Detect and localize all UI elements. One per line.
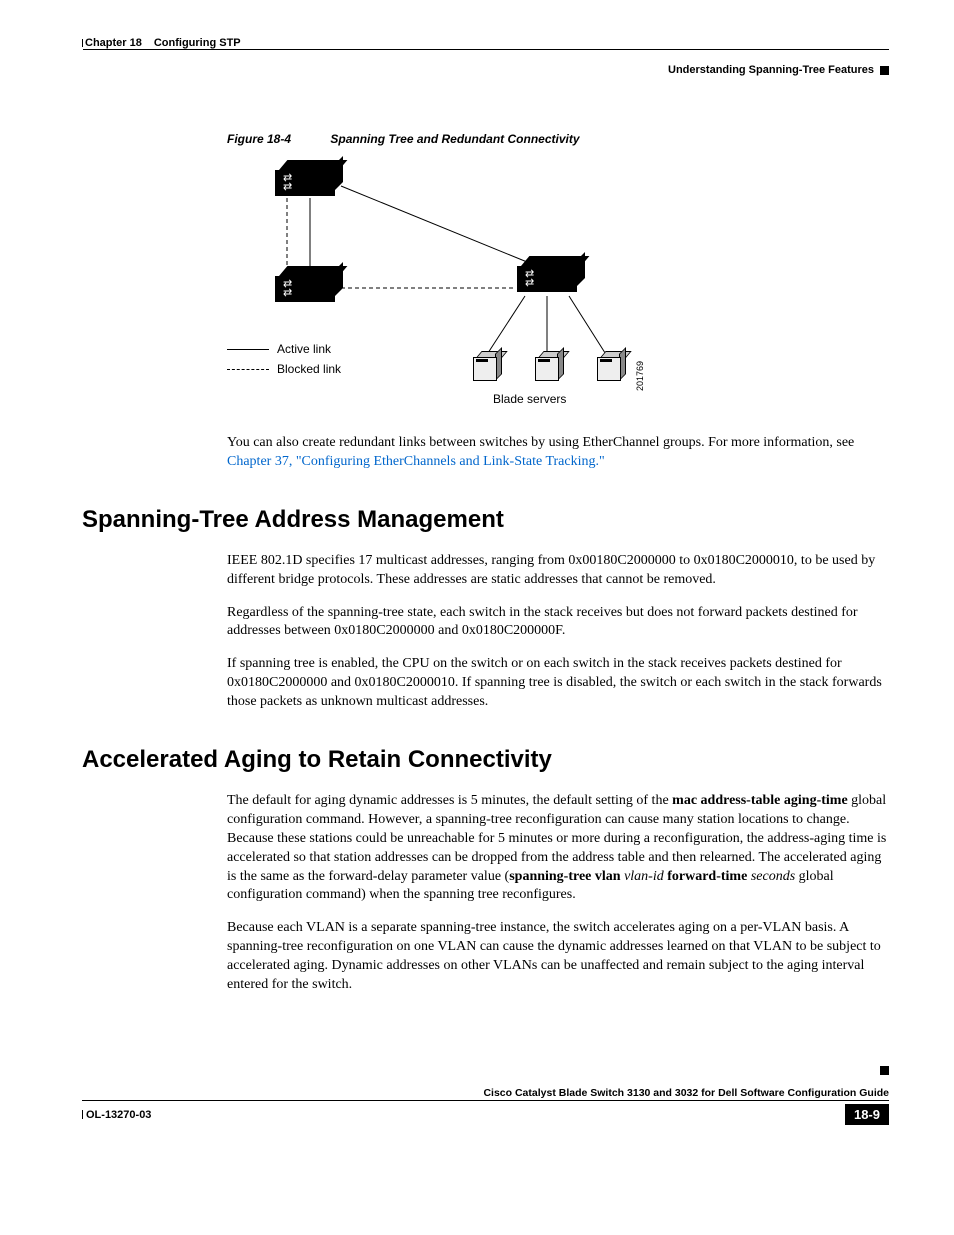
server-icon bbox=[535, 356, 559, 386]
blade-servers-label: Blade servers bbox=[493, 392, 566, 406]
page-footer: Cisco Catalyst Blade Switch 3130 and 303… bbox=[82, 1087, 889, 1125]
server-icon bbox=[473, 356, 497, 386]
book-title: Cisco Catalyst Blade Switch 3130 and 303… bbox=[82, 1087, 889, 1099]
figure-legend: Active link Blocked link bbox=[227, 342, 341, 382]
paragraph: Because each VLAN is a separate spanning… bbox=[227, 919, 889, 995]
chapter-title: Configuring STP bbox=[154, 37, 241, 49]
solid-line-icon bbox=[227, 349, 269, 350]
section-title: Understanding Spanning-Tree Features bbox=[668, 64, 874, 76]
figure-title: Spanning Tree and Redundant Connectivity bbox=[330, 132, 579, 146]
paragraph: If spanning tree is enabled, the CPU on … bbox=[227, 655, 889, 712]
running-header-left: Chapter 18 Configuring STP bbox=[82, 35, 889, 49]
heading-address-management: Spanning-Tree Address Management bbox=[82, 506, 889, 534]
paragraph: You can also create redundant links betw… bbox=[227, 434, 889, 472]
paragraph: IEEE 802.1D specifies 17 multicast addre… bbox=[227, 552, 889, 590]
header-marker-icon bbox=[880, 66, 889, 75]
figure-ref: Figure 18-4 bbox=[227, 132, 291, 146]
figure-diagram: ⇄⇄ ⇄⇄ ⇄⇄ Active link bbox=[227, 156, 667, 416]
server-icon bbox=[597, 356, 621, 386]
paragraph: Regardless of the spanning-tree state, e… bbox=[227, 604, 889, 642]
dashed-line-icon bbox=[227, 369, 269, 370]
figure-18-4: Figure 18-4 Spanning Tree and Redundant … bbox=[227, 132, 667, 416]
switch-icon: ⇄⇄ bbox=[275, 274, 335, 308]
figure-id: 201769 bbox=[635, 361, 645, 391]
paragraph: The default for aging dynamic addresses … bbox=[227, 792, 889, 905]
switch-icon: ⇄⇄ bbox=[517, 264, 577, 298]
legend-blocked: Blocked link bbox=[277, 362, 341, 376]
legend-active: Active link bbox=[277, 342, 331, 356]
xref-link[interactable]: Chapter 37, "Configuring EtherChannels a… bbox=[227, 454, 605, 469]
running-header-right: Understanding Spanning-Tree Features bbox=[82, 64, 889, 76]
footer-marker-icon bbox=[880, 1066, 889, 1075]
page-number: 18-9 bbox=[845, 1104, 889, 1125]
doc-id: OL-13270-03 bbox=[86, 1109, 151, 1121]
switch-icon: ⇄⇄ bbox=[275, 168, 335, 202]
heading-accelerated-aging: Accelerated Aging to Retain Connectivity bbox=[82, 746, 889, 774]
chapter-ref: Chapter 18 bbox=[85, 37, 142, 49]
